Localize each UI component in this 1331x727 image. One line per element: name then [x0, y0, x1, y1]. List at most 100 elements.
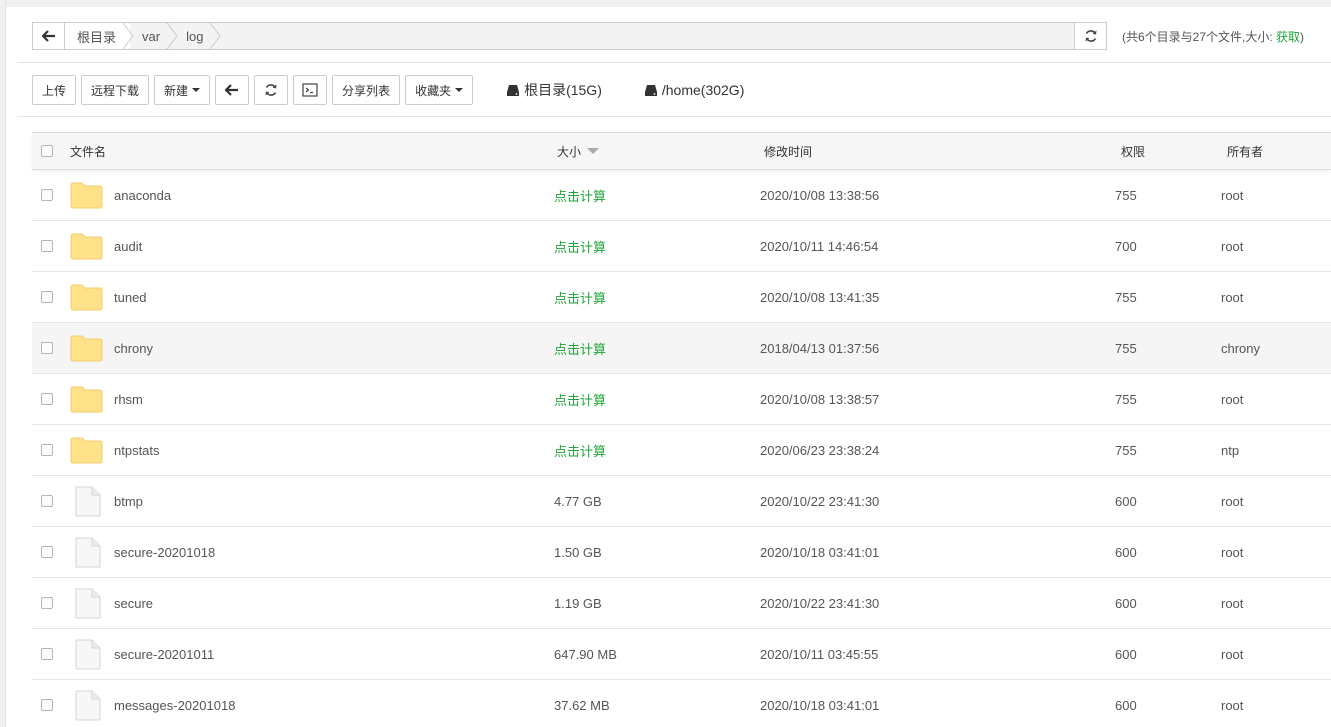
table-row[interactable]: btmp 4.77 GB 2020/10/22 23:41:30 600 root	[32, 476, 1331, 527]
file-name[interactable]: btmp	[114, 494, 143, 509]
refresh-button[interactable]	[254, 75, 289, 105]
fetch-size-link[interactable]: 获取	[1276, 30, 1300, 44]
owner[interactable]: ntp	[1221, 425, 1239, 475]
calculate-size-link[interactable]: 点击计算	[554, 272, 606, 322]
permission[interactable]: 755	[1115, 323, 1137, 373]
permission[interactable]: 755	[1115, 272, 1137, 322]
permission[interactable]: 600	[1115, 578, 1137, 628]
permission[interactable]: 700	[1115, 221, 1137, 271]
file-name[interactable]: tuned	[114, 290, 147, 305]
calculate-size-link[interactable]: 点击计算	[554, 374, 606, 424]
file-name[interactable]: audit	[114, 239, 142, 254]
permission[interactable]: 755	[1115, 374, 1137, 424]
share-list-button[interactable]: 分享列表	[332, 75, 401, 105]
table-row[interactable]: secure 1.19 GB 2020/10/22 23:41:30 600 root	[32, 578, 1331, 629]
terminal-button[interactable]	[293, 75, 328, 105]
row-checkbox-cell	[41, 425, 53, 475]
file-name[interactable]: rhsm	[114, 392, 143, 407]
row-checkbox[interactable]	[41, 648, 53, 660]
file-name[interactable]: anaconda	[114, 188, 171, 203]
row-checkbox[interactable]	[41, 495, 53, 507]
modified-time: 2020/10/08 13:41:35	[760, 289, 880, 305]
file-name[interactable]: chrony	[114, 341, 153, 356]
header-perm[interactable]: 权限	[1121, 133, 1145, 169]
row-checkbox[interactable]	[41, 699, 53, 711]
row-checkbox[interactable]	[41, 189, 53, 201]
table-row[interactable]: chrony 点击计算 2018/04/13 01:37:56 755 chrony	[32, 323, 1331, 374]
sort-down-icon	[587, 148, 600, 154]
remote-download-button[interactable]: 远程下载	[81, 75, 150, 105]
modified-time: 2018/04/13 01:37:56	[760, 340, 880, 356]
row-checkbox-cell	[41, 680, 53, 727]
row-checkbox-cell	[41, 170, 53, 220]
name-cell: ntpstats	[70, 425, 160, 475]
row-checkbox[interactable]	[41, 291, 53, 303]
upload-button[interactable]: 上传	[32, 75, 77, 105]
row-checkbox[interactable]	[41, 393, 53, 405]
table-row[interactable]: anaconda 点击计算 2020/10/08 13:38:56 755 root	[32, 170, 1331, 221]
file-name[interactable]: ntpstats	[114, 443, 160, 458]
table-row[interactable]: tuned 点击计算 2020/10/08 13:41:35 755 root	[32, 272, 1331, 323]
breadcrumb-item-log[interactable]: log	[174, 23, 222, 49]
file-name[interactable]: secure-20201011	[114, 647, 214, 662]
name-cell: rhsm	[70, 374, 143, 424]
calculate-size-link[interactable]: 点击计算	[554, 221, 606, 271]
divider	[17, 116, 1331, 117]
disk-root[interactable]: 根目录(15G)	[506, 80, 602, 100]
breadcrumb-item-var[interactable]: var	[130, 23, 178, 49]
favorites-dropdown-button[interactable]: 收藏夹	[405, 75, 474, 105]
owner[interactable]: root	[1221, 476, 1243, 526]
table-body: anaconda 点击计算 2020/10/08 13:38:56 755 root au…	[32, 170, 1331, 727]
file-icon	[75, 588, 101, 618]
file-name[interactable]: secure	[114, 596, 153, 611]
row-checkbox[interactable]	[41, 342, 53, 354]
owner[interactable]: root	[1221, 374, 1243, 424]
disk-home[interactable]: /home(302G)	[644, 82, 744, 98]
row-checkbox[interactable]	[41, 597, 53, 609]
permission[interactable]: 600	[1115, 680, 1137, 727]
folder-icon	[70, 284, 103, 310]
file-size: 37.62 MB	[554, 697, 610, 713]
header-owner[interactable]: 所有者	[1227, 133, 1263, 169]
table-row[interactable]: rhsm 点击计算 2020/10/08 13:38:57 755 root	[32, 374, 1331, 425]
table-row[interactable]: messages-20201018 37.62 MB 2020/10/18 03:4…	[32, 680, 1331, 727]
table-row[interactable]: audit 点击计算 2020/10/11 14:46:54 700 root	[32, 221, 1331, 272]
owner[interactable]: root	[1221, 272, 1243, 322]
path-back-button[interactable]	[33, 23, 65, 49]
breadcrumb-item-root[interactable]: 根目录	[65, 23, 134, 49]
row-checkbox-cell	[41, 629, 53, 679]
permission[interactable]: 600	[1115, 629, 1137, 679]
permission[interactable]: 755	[1115, 425, 1137, 475]
table-row[interactable]: secure-20201018 1.50 GB 2020/10/18 03:41:0…	[32, 527, 1331, 578]
table-row[interactable]: secure-20201011 647.90 MB 2020/10/11 03:45…	[32, 629, 1331, 680]
row-checkbox[interactable]	[41, 444, 53, 456]
file-name[interactable]: secure-20201018	[114, 545, 215, 560]
header-mtime[interactable]: 修改时间	[764, 133, 812, 169]
file-name[interactable]: messages-20201018	[114, 698, 235, 713]
owner[interactable]: root	[1221, 170, 1243, 220]
new-dropdown-button[interactable]: 新建	[154, 75, 211, 105]
owner[interactable]: root	[1221, 527, 1243, 577]
row-checkbox-cell	[41, 578, 53, 628]
header-name[interactable]: 文件名	[70, 133, 106, 169]
back-button[interactable]	[215, 75, 250, 105]
header-size[interactable]: 大小	[557, 133, 600, 169]
path-refresh-button[interactable]	[1074, 23, 1106, 49]
table-row[interactable]: ntpstats 点击计算 2020/06/23 23:38:24 755 ntp	[32, 425, 1331, 476]
calculate-size-link[interactable]: 点击计算	[554, 170, 606, 220]
calculate-size-link[interactable]: 点击计算	[554, 323, 606, 373]
permission[interactable]: 600	[1115, 476, 1137, 526]
owner[interactable]: root	[1221, 680, 1243, 727]
permission[interactable]: 600	[1115, 527, 1137, 577]
modified-time: 2020/10/11 14:46:54	[760, 238, 879, 254]
owner[interactable]: root	[1221, 221, 1243, 271]
select-all-checkbox[interactable]	[41, 145, 53, 157]
hard-drive-icon	[644, 84, 657, 96]
row-checkbox[interactable]	[41, 240, 53, 252]
owner[interactable]: root	[1221, 629, 1243, 679]
permission[interactable]: 755	[1115, 170, 1137, 220]
owner[interactable]: chrony	[1221, 323, 1260, 373]
calculate-size-link[interactable]: 点击计算	[554, 425, 606, 475]
row-checkbox[interactable]	[41, 546, 53, 558]
owner[interactable]: root	[1221, 578, 1243, 628]
